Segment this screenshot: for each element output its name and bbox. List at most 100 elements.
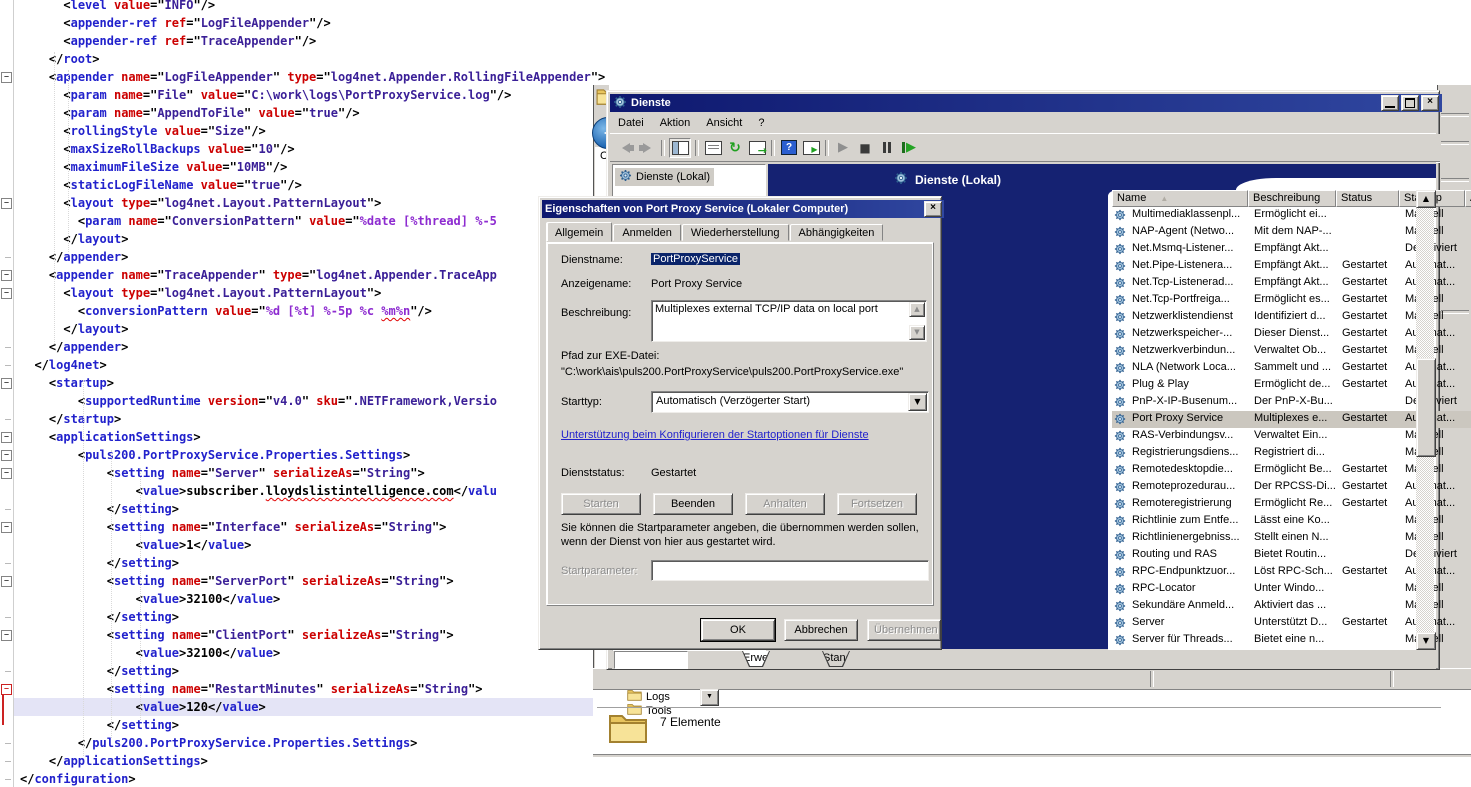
cell-name: Server	[1132, 616, 1246, 628]
ok-button[interactable]: OK	[701, 619, 775, 641]
column-header-anmelden-als[interactable]: Anmelden als	[1465, 190, 1471, 207]
scroll-up-icon[interactable]: ▲	[909, 302, 925, 317]
gear-icon	[1114, 396, 1126, 408]
forward-icon[interactable]	[637, 139, 657, 157]
dialog-titlebar[interactable]: Eigenschaften von Port Proxy Service (Lo…	[542, 200, 944, 218]
fold-toggle-icon[interactable]: −	[1, 522, 12, 533]
column-header-beschreibung[interactable]: Beschreibung	[1248, 190, 1336, 207]
fold-toggle-icon[interactable]: −	[1, 72, 12, 83]
maximize-button[interactable]	[1401, 95, 1419, 111]
scroll-up-button[interactable]: ▲	[1416, 190, 1436, 208]
fold-end-tick	[5, 779, 11, 780]
close-button[interactable]: ×	[1421, 95, 1439, 111]
help-icon[interactable]: ?	[779, 139, 799, 157]
cell-name: Netzwerkspeicher-...	[1132, 327, 1246, 339]
fold-toggle-icon[interactable]: −	[1, 450, 12, 461]
code-line: <rollingStyle value="Size"/>	[14, 122, 266, 140]
cell-start: Automat...	[1405, 616, 1467, 628]
tree-item-label: Dienste (Lokal)	[636, 171, 710, 183]
explorer-item-count: 7 Elemente	[660, 715, 721, 729]
menu-hilfe[interactable]: ?	[750, 115, 772, 131]
cell-desc: Empfängt Akt...	[1254, 259, 1338, 271]
code-line: <param name="AppendToFile" value="true"/…	[14, 104, 360, 122]
refresh-icon[interactable]: ↻	[725, 139, 745, 157]
fold-toggle-icon[interactable]: −	[1, 288, 12, 299]
cell-start: Automat...	[1405, 276, 1467, 288]
fold-toggle-icon[interactable]: −	[1, 270, 12, 281]
cell-desc: Ermöglicht ei...	[1254, 208, 1338, 220]
menu-datei[interactable]: Datei	[610, 115, 652, 131]
scroll-down-button[interactable]: ▼	[1416, 632, 1436, 650]
stop-service-icon[interactable]: ■	[855, 139, 875, 157]
code-line: </setting>	[14, 554, 179, 572]
description-label: Beschreibung:	[561, 307, 631, 319]
cell-name: Richtlinie zum Entfe...	[1132, 514, 1246, 526]
pause-service-icon[interactable]	[877, 139, 897, 157]
cell-name: Server für Threads...	[1132, 633, 1246, 645]
tab-wiederherstellung[interactable]: Wiederherstellung	[682, 224, 789, 241]
dropdown-arrow-button[interactable]: ▼	[700, 689, 719, 706]
scroll-down-icon[interactable]: ▼	[909, 325, 925, 340]
start-button[interactable]: Starten	[561, 493, 641, 515]
minimize-button[interactable]	[1381, 95, 1399, 111]
restart-service-icon[interactable]: ▶	[899, 139, 919, 157]
back-icon[interactable]	[615, 139, 635, 157]
cell-desc: Bietet eine n...	[1254, 633, 1338, 645]
startparams-input[interactable]	[651, 560, 929, 581]
code-line: </appender>	[14, 338, 128, 356]
vertical-scrollbar[interactable]: ▲ ▼	[1416, 190, 1434, 650]
gear-icon	[1114, 294, 1126, 306]
menu-aktion[interactable]: Aktion	[652, 115, 699, 131]
show-console-tree-icon[interactable]	[669, 138, 691, 158]
fold-toggle-icon[interactable]: −	[1, 378, 12, 389]
tab-standard[interactable]: Standard	[822, 651, 850, 667]
gear-icon	[1114, 362, 1126, 374]
properties-icon[interactable]	[703, 139, 723, 157]
indent-guide	[68, 70, 70, 252]
editor-fold-gutter[interactable]: −−−−−−−−−−−−	[0, 0, 14, 787]
cell-start: Automat...	[1405, 565, 1467, 577]
code-area[interactable]: <level value="INFO"/><appender-ref ref="…	[14, 0, 614, 787]
scrollbar-thumb[interactable]	[1416, 358, 1436, 457]
divider	[1441, 113, 1469, 117]
startoptions-help-link[interactable]: Unterstützung beim Konfigurieren der Sta…	[561, 429, 869, 441]
column-header-name[interactable]: Name▲	[1112, 190, 1248, 207]
cell-status: Gestartet	[1342, 327, 1402, 339]
resume-button[interactable]: Fortsetzen	[837, 493, 917, 515]
chevron-down-icon[interactable]: ▼	[908, 393, 927, 411]
tree-item-dienste-lokal[interactable]: Dienste (Lokal)	[615, 168, 714, 186]
explorer-tree-item-logs[interactable]: Logs	[627, 689, 670, 704]
stop-button[interactable]: Beenden	[653, 493, 733, 515]
tab-erweitert[interactable]: Erweitert	[742, 651, 770, 667]
close-icon[interactable]: ×	[924, 201, 942, 217]
tab-abhaengigkeiten[interactable]: Abhängigkeiten	[790, 224, 884, 241]
tab-anmelden[interactable]: Anmelden	[613, 224, 681, 241]
fold-toggle-icon[interactable]: −	[1, 576, 12, 587]
gear-icon	[1114, 634, 1126, 646]
cancel-button[interactable]: Abbrechen	[784, 619, 858, 641]
fold-toggle-icon[interactable]: −	[1, 432, 12, 443]
apply-button[interactable]: Übernehmen	[867, 619, 941, 641]
column-header-status[interactable]: Status	[1336, 190, 1399, 207]
pause-button[interactable]: Anhalten	[745, 493, 825, 515]
xml-editor[interactable]: <level value="INFO"/><appender-ref ref="…	[0, 0, 620, 787]
code-line: <appender name="LogFileAppender" type="l…	[14, 68, 605, 86]
services-titlebar[interactable]: Dienste ×	[610, 94, 1442, 112]
fold-toggle-icon[interactable]: −	[1, 198, 12, 209]
fold-toggle-icon[interactable]: −	[1, 468, 12, 479]
code-line: <setting name="Server" serializeAs="Stri…	[14, 464, 425, 482]
description-field[interactable]: Multiplexes external TCP/IP data on loca…	[651, 300, 927, 342]
code-line: </startup>	[14, 410, 121, 428]
starttype-combobox[interactable]: Automatisch (Verzögerter Start) ▼	[651, 391, 929, 413]
fold-toggle-icon[interactable]: −	[1, 630, 12, 641]
start-service-icon[interactable]: ▶	[833, 139, 853, 157]
service-name-value[interactable]: PortProxyService	[651, 253, 740, 265]
show-taskpad-icon[interactable]: ▶	[801, 139, 821, 157]
code-line: <value>subscriber.lloydslistintelligence…	[14, 482, 497, 500]
cell-start: Automat...	[1405, 480, 1467, 492]
tab-allgemein[interactable]: Allgemein	[546, 222, 612, 242]
menu-ansicht[interactable]: Ansicht	[698, 115, 750, 131]
export-list-icon[interactable]: →	[747, 139, 767, 157]
divider	[1150, 671, 1154, 687]
cell-name: Netzwerklistendienst	[1132, 310, 1246, 322]
